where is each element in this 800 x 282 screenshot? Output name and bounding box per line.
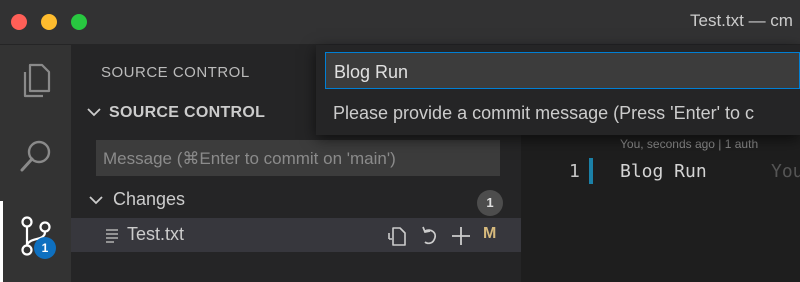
section-title: SOURCE CONTROL <box>109 104 266 121</box>
commit-message-placeholder: Message (⌘Enter to commit on 'main') <box>103 149 396 168</box>
commit-message-quick-input[interactable]: Blog Run <box>325 52 800 89</box>
discard-changes-icon[interactable] <box>418 225 440 252</box>
files-icon <box>20 63 52 104</box>
quick-input-value: Blog Run <box>334 62 409 82</box>
quick-input-widget: Blog Run Please provide a commit message… <box>316 45 800 135</box>
activity-explorer[interactable] <box>0 63 71 104</box>
quick-input-hint: Please provide a commit message (Press '… <box>333 103 755 123</box>
code-line[interactable]: Blog Run <box>620 161 707 182</box>
text-file-icon <box>105 227 119 248</box>
codelens-blame[interactable]: You, seconds ago | 1 auth <box>620 137 758 151</box>
changes-label: Changes <box>113 189 186 209</box>
changed-file-name: Test.txt <box>127 224 185 244</box>
title-bar: Test.txt — cm <box>0 0 800 45</box>
chevron-down-icon <box>89 189 103 210</box>
modified-gutter-indicator[interactable] <box>589 158 593 184</box>
chevron-down-icon <box>87 104 101 122</box>
sidebar-title: SOURCE CONTROL <box>101 64 250 81</box>
zoom-window-button[interactable] <box>71 14 87 30</box>
minimize-window-button[interactable] <box>41 14 57 30</box>
activity-search[interactable] <box>0 138 71 179</box>
open-file-icon[interactable] <box>386 225 408 252</box>
line-number: 1 <box>569 161 580 182</box>
search-icon <box>18 138 54 179</box>
modified-status: M <box>483 225 497 242</box>
activity-bar: 1 <box>0 45 71 282</box>
source-control-badge: 1 <box>34 237 56 259</box>
commit-message-input[interactable]: Message (⌘Enter to commit on 'main') <box>96 140 500 176</box>
changed-file-row[interactable]: Test.txt M <box>71 218 521 252</box>
window-title: Test.txt — cm <box>690 11 793 30</box>
changes-group-header[interactable]: Changes <box>89 189 185 210</box>
file-row-actions <box>386 225 472 252</box>
source-control-section-header[interactable]: SOURCE CONTROL <box>87 104 265 122</box>
inline-blame: You <box>771 161 800 182</box>
close-window-button[interactable] <box>11 14 27 30</box>
stage-changes-icon[interactable] <box>450 225 472 252</box>
changes-count-badge: 1 <box>477 190 503 216</box>
